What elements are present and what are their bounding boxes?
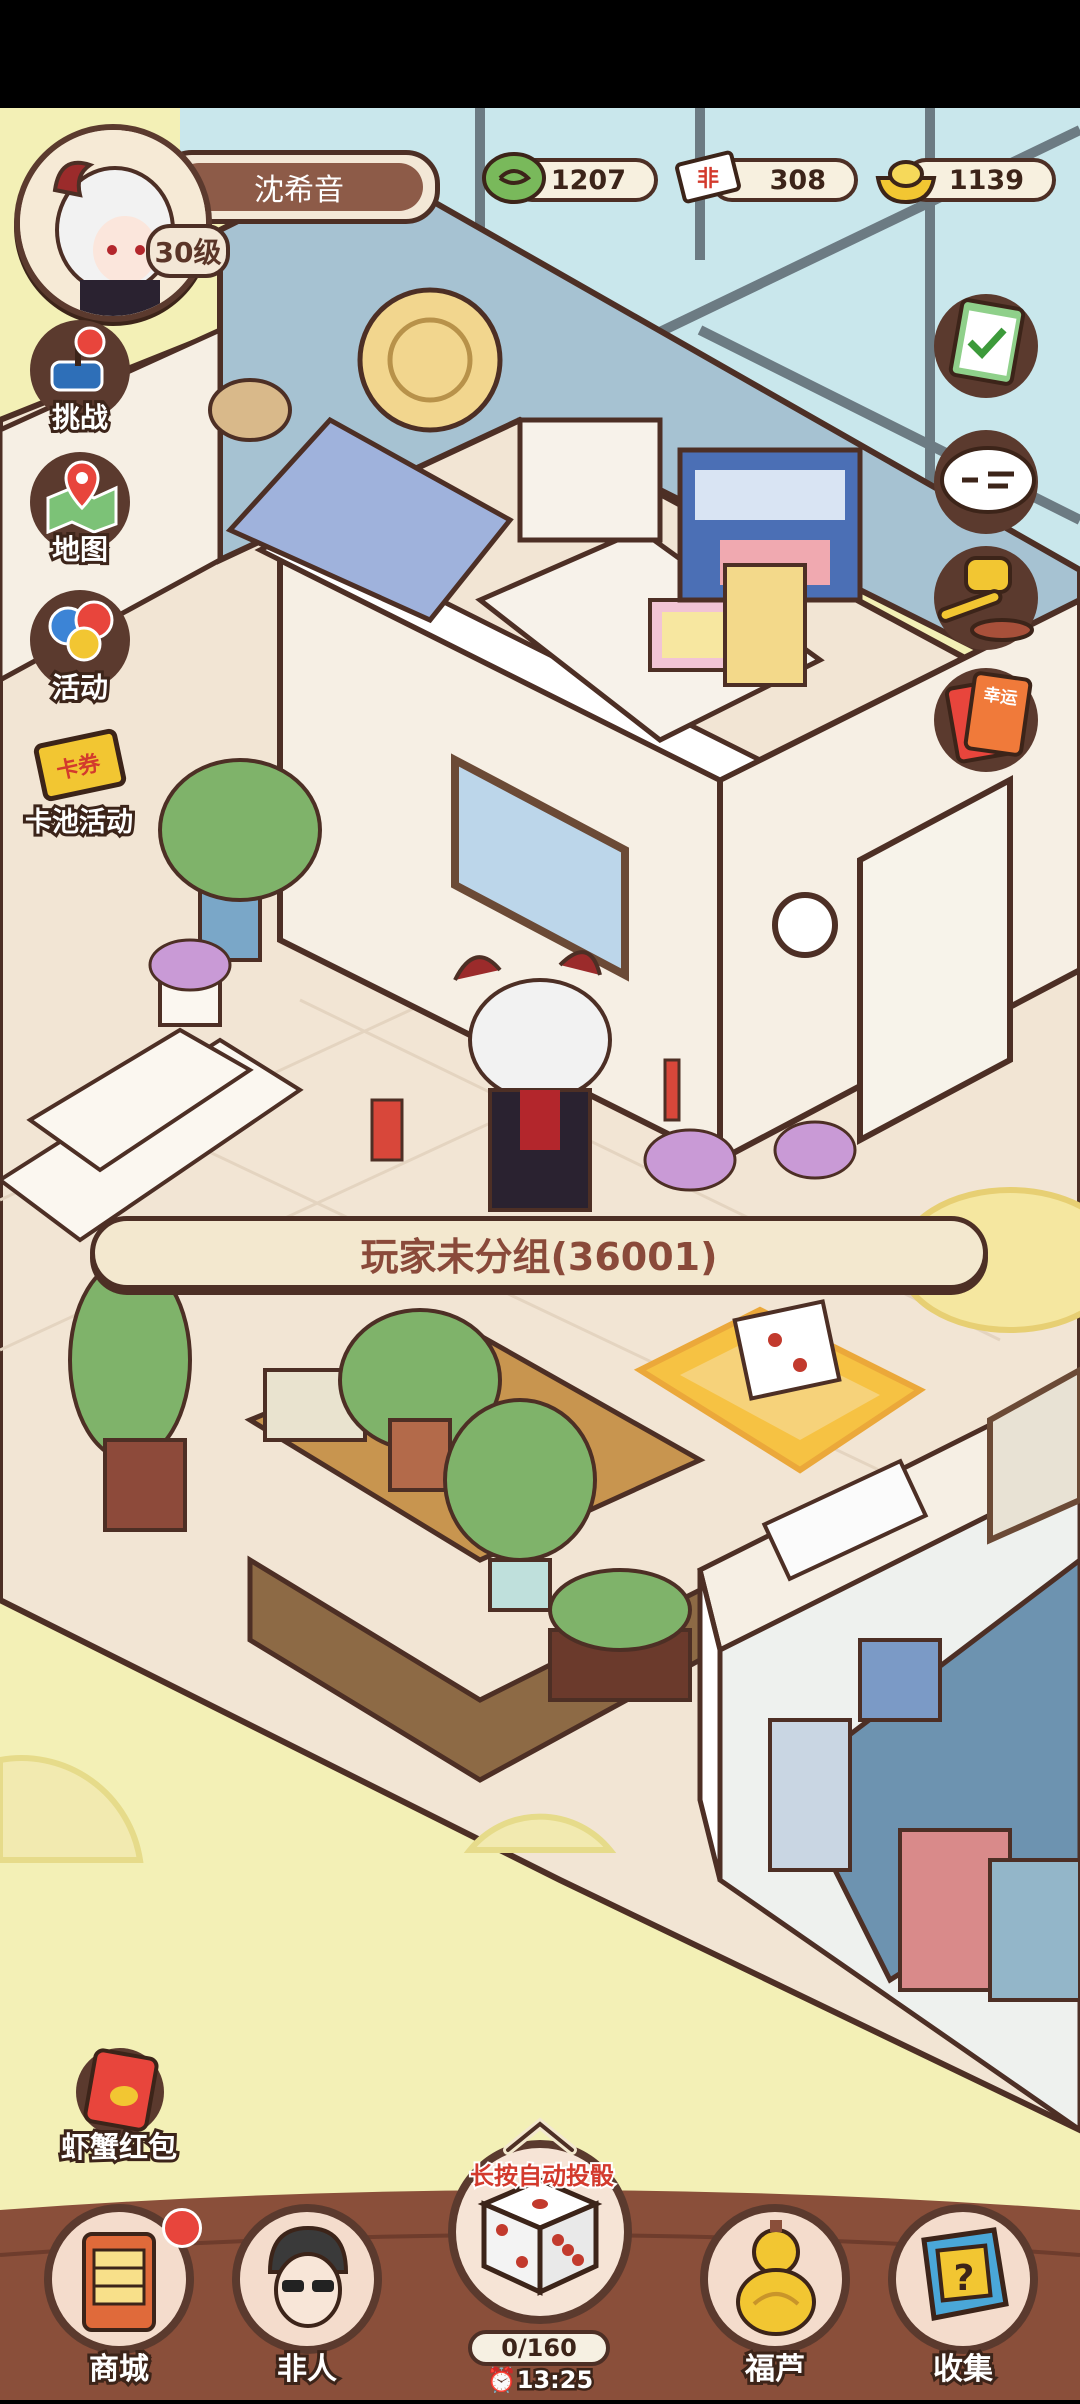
character-label: 非人 <box>274 2349 340 2390</box>
notification-dot <box>162 2208 202 2248</box>
group-banner: 玩家未分组(36001) <box>90 1216 988 1290</box>
task-clipboard-icon <box>948 298 1026 386</box>
chat-button[interactable] <box>930 426 1042 538</box>
chevron-up-icon <box>503 2117 577 2155</box>
auto-roll-hint: 长按自动投骰 <box>468 2160 616 2192</box>
event-button[interactable]: 活动 <box>20 590 140 710</box>
red-packet-label: 虾蟹红包 <box>58 2127 180 2167</box>
gold-ingot-icon <box>875 160 937 205</box>
dice-progress: 0/160 <box>468 2330 610 2366</box>
gourd-icon <box>736 2220 816 2336</box>
avatar[interactable] <box>14 124 212 322</box>
red-envelope-icon <box>76 2048 164 2136</box>
dice-icon <box>477 2177 603 2296</box>
chat-bubble-icon <box>940 446 1036 514</box>
gourd-label: 福芦 <box>742 2349 808 2390</box>
shop-label: 商城 <box>86 2349 152 2390</box>
map-label: 地图 <box>49 530 111 569</box>
shop-button[interactable]: 商城 <box>44 2204 202 2390</box>
balloons-icon <box>48 600 114 662</box>
joystick-icon <box>50 326 106 392</box>
collection-button[interactable]: ? 收集 <box>888 2204 1038 2390</box>
character-button[interactable]: 非人 <box>232 2204 382 2390</box>
gourd-button[interactable]: 福芦 <box>700 2204 850 2390</box>
mystery-box-icon: ? <box>921 2227 1009 2321</box>
collection-label: 收集 <box>930 2349 996 2390</box>
status-bar <box>0 0 1080 108</box>
event-label: 活动 <box>49 668 111 707</box>
avatar-portrait-icon <box>20 130 206 316</box>
red-packet-button[interactable]: 虾蟹红包 <box>44 2040 194 2170</box>
ticket-value: 308 <box>769 164 826 196</box>
card-pool-event-button[interactable]: 卡券 卡池活动 <box>14 724 144 844</box>
challenge-button[interactable]: 挑战 <box>20 320 140 440</box>
lucky-card-button[interactable]: 幸运 <box>930 664 1042 776</box>
ticket-icon: 非 <box>675 150 741 204</box>
leaf-currency-icon <box>482 152 546 204</box>
challenge-label: 挑战 <box>49 398 111 437</box>
svg-text:?: ? <box>954 2258 975 2299</box>
card-pool-event-label: 卡池活动 <box>22 804 136 841</box>
player-level-badge: 30级 <box>146 224 230 278</box>
lucky-card-icon: 幸运 <box>944 671 1033 764</box>
ticket-char: 非 <box>697 167 719 192</box>
gold-value: 1139 <box>948 164 1024 196</box>
auction-hammer-icon <box>937 556 1034 642</box>
shop-icon <box>82 2232 156 2332</box>
map-pin-icon <box>46 460 118 534</box>
auction-button[interactable] <box>930 542 1042 654</box>
leaf-currency-value: 1207 <box>550 164 626 196</box>
character-icon <box>267 2225 349 2328</box>
player-name: 沈希音 <box>175 163 423 211</box>
dice-timer: ⏰13:25 <box>484 2364 595 2397</box>
map-button[interactable]: 地图 <box>20 452 140 572</box>
task-button[interactable] <box>930 290 1042 402</box>
